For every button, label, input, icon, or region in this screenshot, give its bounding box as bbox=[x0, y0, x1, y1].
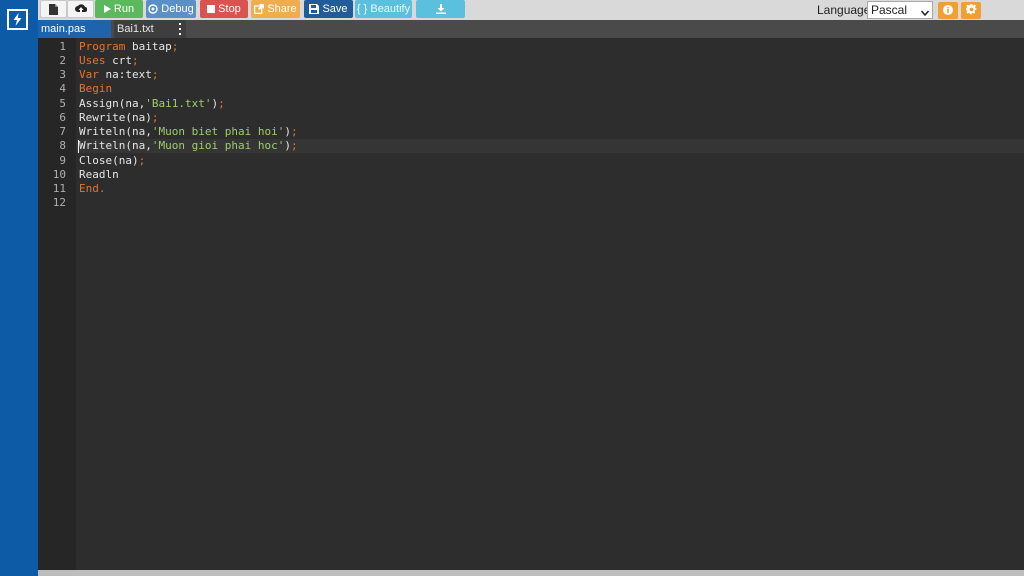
line-number: 4 bbox=[59, 82, 66, 95]
lightning-logo-icon[interactable] bbox=[7, 9, 28, 30]
tab-label: main.pas bbox=[41, 23, 86, 35]
beautify-label: { } Beautify bbox=[356, 3, 411, 15]
language-label: Language bbox=[817, 3, 871, 17]
run-button[interactable]: Run bbox=[95, 0, 143, 18]
code-line[interactable]: Uses crt; bbox=[79, 54, 139, 68]
share-button[interactable]: Share bbox=[251, 0, 300, 18]
stop-button[interactable]: Stop bbox=[200, 0, 248, 18]
code-line[interactable]: Readln bbox=[79, 168, 119, 182]
code-line[interactable]: Writeln(na,'Muon gioi phai hoc'); bbox=[79, 139, 298, 153]
file-tab-bar: main.pas Bai1.txt bbox=[38, 20, 1024, 38]
code-line[interactable]: Close(na); bbox=[79, 154, 145, 168]
save-icon bbox=[309, 4, 320, 14]
debug-label: Debug bbox=[161, 3, 194, 15]
line-number: 1 bbox=[59, 40, 66, 53]
line-number: 12 bbox=[52, 196, 66, 209]
language-value: Pascal bbox=[871, 3, 908, 17]
line-number: 8 bbox=[59, 139, 66, 152]
code-line[interactable]: Program baitap; bbox=[79, 40, 178, 54]
run-label: Run bbox=[113, 3, 135, 15]
horizontal-scrollbar[interactable] bbox=[38, 570, 1024, 576]
line-number: 5 bbox=[59, 97, 66, 110]
debug-button[interactable]: Debug bbox=[146, 0, 196, 18]
debug-icon bbox=[148, 4, 158, 14]
line-number: 6 bbox=[59, 111, 66, 124]
play-icon bbox=[103, 5, 111, 13]
language-select[interactable]: Pascal bbox=[867, 1, 933, 19]
line-number: 9 bbox=[59, 154, 66, 167]
save-button[interactable]: Save bbox=[304, 0, 353, 18]
chevron-down-icon bbox=[920, 5, 930, 21]
download-icon bbox=[435, 4, 446, 14]
info-button[interactable] bbox=[938, 2, 958, 19]
file-icon bbox=[49, 3, 58, 15]
stop-label: Stop bbox=[218, 3, 241, 15]
code-line[interactable]: End. bbox=[79, 182, 106, 196]
share-label: Share bbox=[267, 3, 297, 15]
new-file-button[interactable] bbox=[40, 0, 67, 18]
share-icon bbox=[254, 4, 265, 14]
tab-bai1-txt[interactable]: Bai1.txt bbox=[114, 20, 186, 38]
left-sidebar bbox=[0, 0, 38, 576]
code-line[interactable]: Var na:text; bbox=[79, 68, 158, 82]
toolbar: Run Debug Stop Share Save { } Beautify L… bbox=[38, 0, 1024, 20]
info-icon bbox=[943, 2, 953, 20]
line-number-gutter: 1 2 3 4 5 6 7 8 9 10 11 12 bbox=[38, 38, 76, 570]
more-vertical-icon[interactable] bbox=[177, 23, 183, 35]
code-line[interactable]: Writeln(na,'Muon biet phai hoi'); bbox=[79, 125, 298, 139]
line-number: 3 bbox=[59, 68, 66, 81]
gear-icon bbox=[965, 2, 977, 20]
settings-button[interactable] bbox=[961, 2, 981, 19]
tab-label: Bai1.txt bbox=[117, 23, 154, 35]
save-label: Save bbox=[322, 3, 348, 15]
upload-button[interactable] bbox=[67, 0, 94, 18]
code-line[interactable]: Rewrite(na); bbox=[79, 111, 158, 125]
stop-icon bbox=[207, 5, 216, 13]
download-button[interactable] bbox=[416, 0, 465, 18]
line-number: 11 bbox=[52, 182, 66, 195]
upload-icon bbox=[74, 4, 87, 14]
code-line[interactable]: Assign(na,'Bai1.txt'); bbox=[79, 97, 225, 111]
code-line[interactable]: Begin bbox=[79, 82, 112, 96]
line-number: 7 bbox=[59, 125, 66, 138]
line-number: 10 bbox=[52, 168, 66, 181]
tab-main-pas[interactable]: main.pas bbox=[38, 20, 111, 38]
line-number: 2 bbox=[59, 54, 66, 67]
code-editor[interactable]: Program baitap; Uses crt; Var na:text; B… bbox=[76, 38, 1024, 570]
beautify-button[interactable]: { } Beautify bbox=[355, 0, 412, 18]
